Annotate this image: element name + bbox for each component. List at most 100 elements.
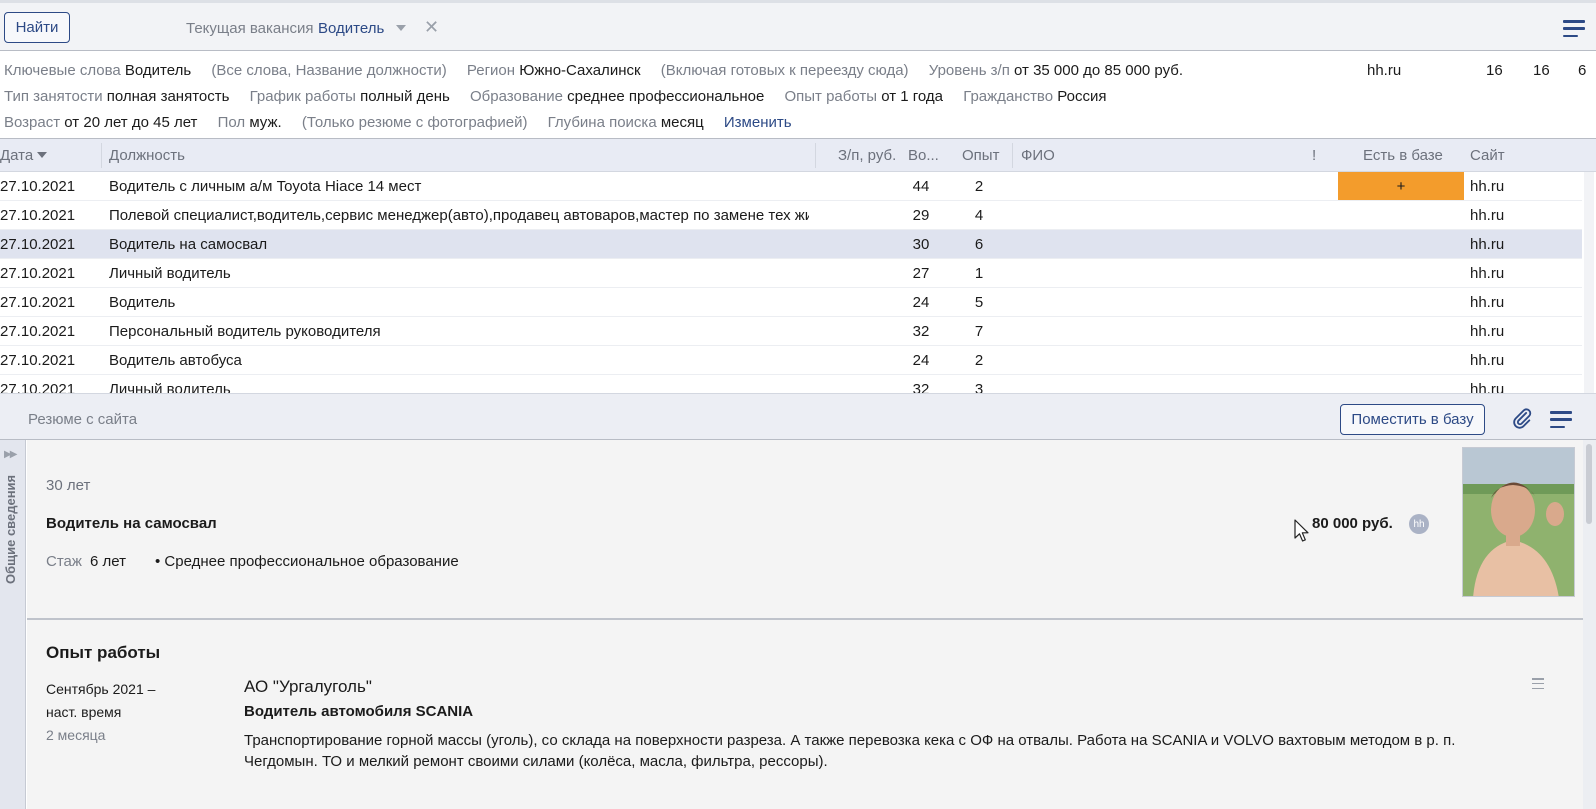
cell-site: hh.ru	[1470, 265, 1505, 282]
cell-experience: 6	[974, 236, 984, 253]
table-scrollbar[interactable]	[1584, 172, 1594, 393]
cell-experience: 1	[974, 265, 984, 282]
table-row[interactable]: 27.10.2021 Водитель автобуса 24 2 hh.ru	[0, 346, 1582, 375]
filter-row-1: Ключевые слова Водитель (Все слова, Назв…	[4, 62, 1199, 79]
cell-experience: 2	[974, 178, 984, 195]
cell-experience: 2	[974, 352, 984, 369]
candidate-age: 30 лет	[46, 477, 91, 494]
gender-label: Пол	[217, 114, 246, 131]
search-filters: Ключевые слова Водитель (Все слова, Назв…	[0, 51, 1596, 139]
column-flag[interactable]: !	[1312, 147, 1316, 164]
stats-count-2: 16	[1533, 62, 1550, 79]
experience-heading: Опыт работы	[46, 643, 161, 662]
keywords-label: Ключевые слова	[4, 62, 121, 79]
job-description: Транспортирование горной массы (уголь), …	[244, 732, 1456, 770]
section-divider	[27, 618, 1583, 620]
resume-menu-icon[interactable]	[1550, 411, 1572, 428]
close-icon[interactable]: ✕	[424, 17, 439, 38]
table-header: Дата Должность З/п, руб. Во... Опыт ФИО …	[0, 139, 1596, 172]
chevron-down-icon[interactable]	[396, 25, 406, 31]
table-row[interactable]: 27.10.2021 Водитель с личным а/м Toyota …	[0, 172, 1582, 201]
column-site[interactable]: Сайт	[1470, 147, 1505, 164]
keywords-value: Водитель	[124, 62, 192, 79]
hh-source-icon[interactable]: hh	[1409, 514, 1429, 534]
expand-panel-icon[interactable]: ▶▶	[4, 449, 17, 460]
cell-age: 24	[912, 294, 930, 311]
table-row-selected[interactable]: 27.10.2021 Водитель на самосвал 30 6 hh.…	[0, 230, 1582, 259]
stazh-value: 6 лет	[90, 553, 126, 570]
column-date[interactable]: Дата	[0, 147, 48, 164]
column-separator[interactable]	[1012, 143, 1013, 168]
employment-value: полная занятость	[106, 88, 230, 105]
resume-scrollbar-thumb[interactable]	[1586, 444, 1592, 524]
column-in-base[interactable]: Есть в базе	[1363, 147, 1443, 164]
column-position[interactable]: Должность	[109, 147, 185, 164]
menu-icon[interactable]	[1563, 20, 1585, 37]
resume-toolbar: Резюме с сайта Поместить в базу	[0, 393, 1596, 440]
cell-site: hh.ru	[1470, 236, 1505, 253]
schedule-value: полный день	[360, 88, 450, 105]
salary-label: Уровень з/п	[928, 62, 1010, 79]
column-name[interactable]: ФИО	[1021, 147, 1055, 164]
experience-value: от 1 года	[881, 88, 944, 105]
citizenship-label: Гражданство	[963, 88, 1054, 105]
cell-date: 27.10.2021	[0, 207, 76, 224]
column-separator[interactable]	[101, 143, 102, 168]
cell-date: 27.10.2021	[0, 178, 76, 195]
cell-date: 27.10.2021	[0, 294, 76, 311]
candidate-photo	[1462, 447, 1575, 597]
region-label: Регион	[466, 62, 516, 79]
cell-date: 27.10.2021	[0, 381, 76, 393]
resume-content: 30 лет Водитель на самосвал Стаж 6 лет •…	[27, 440, 1596, 809]
column-age[interactable]: Во...	[908, 147, 939, 164]
cell-site: hh.ru	[1470, 323, 1505, 340]
cell-position: Водитель	[109, 294, 176, 311]
experience-label: Опыт работы	[784, 88, 878, 105]
paperclip-icon[interactable]	[1511, 406, 1533, 430]
cell-position: Водитель автобуса	[109, 352, 242, 369]
mouse-cursor-icon	[1294, 519, 1309, 542]
resume-scrollbar[interactable]	[1583, 440, 1596, 809]
top-toolbar: Найти Текущая вакансия Водитель ✕	[0, 0, 1596, 51]
cell-date: 27.10.2021	[0, 323, 76, 340]
column-experience[interactable]: Опыт	[962, 147, 999, 164]
filter-row-2: Тип занятости полная занятость График ра…	[4, 88, 1122, 105]
job-menu-icon[interactable]	[1532, 678, 1544, 689]
job-period-end: наст. время	[46, 704, 122, 720]
current-vacancy-select[interactable]: Водитель	[318, 20, 384, 37]
table-row[interactable]: 27.10.2021 Полевой специалист,водитель,с…	[0, 201, 1582, 230]
table-row[interactable]: 27.10.2021 Персональный водитель руковод…	[0, 317, 1582, 346]
employment-label: Тип занятости	[4, 88, 103, 105]
keywords-note: (Все слова, Название должности)	[211, 62, 447, 79]
cell-date: 27.10.2021	[0, 265, 76, 282]
education-value: среднее профессиональное	[567, 88, 765, 105]
cell-age: 44	[912, 178, 930, 195]
put-to-base-button[interactable]: Поместить в базу	[1340, 404, 1485, 435]
depth-label: Глубина поиска	[547, 114, 657, 131]
cell-age: 27	[912, 265, 930, 282]
education-label: Образование	[470, 88, 563, 105]
cell-site: hh.ru	[1470, 207, 1505, 224]
cell-position: Полевой специалист,водитель,сервис менед…	[109, 207, 809, 224]
cell-date: 27.10.2021	[0, 352, 76, 369]
cell-site: hh.ru	[1470, 381, 1505, 393]
cell-experience: 4	[974, 207, 984, 224]
column-date-label: Дата	[0, 147, 34, 164]
age-label: Возраст	[4, 114, 61, 131]
cell-age: 32	[912, 323, 930, 340]
current-vacancy-label: Текущая вакансия	[186, 20, 314, 37]
job-duration: 2 месяца	[46, 727, 106, 743]
cell-age: 29	[912, 207, 930, 224]
resume-table: Дата Должность З/п, руб. Во... Опыт ФИО …	[0, 139, 1596, 393]
table-row[interactable]: 27.10.2021 Водитель 24 5 hh.ru	[0, 288, 1582, 317]
table-row[interactable]: 27.10.2021 Личный водитель 32 3 hh.ru	[0, 375, 1582, 393]
find-button[interactable]: Найти	[4, 12, 70, 43]
table-row[interactable]: 27.10.2021 Личный водитель 27 1 hh.ru	[0, 259, 1582, 288]
column-separator[interactable]	[815, 143, 816, 168]
column-salary[interactable]: З/п, руб.	[838, 147, 896, 164]
region-note: (Включая готовых к переезду сюда)	[660, 62, 909, 79]
change-filters-link[interactable]: Изменить	[724, 114, 792, 131]
education-summary: • Среднее профессиональное образование	[155, 553, 459, 570]
stats-count-1: 16	[1486, 62, 1503, 79]
job-position: Водитель автомобиля SCANIA	[244, 703, 474, 720]
